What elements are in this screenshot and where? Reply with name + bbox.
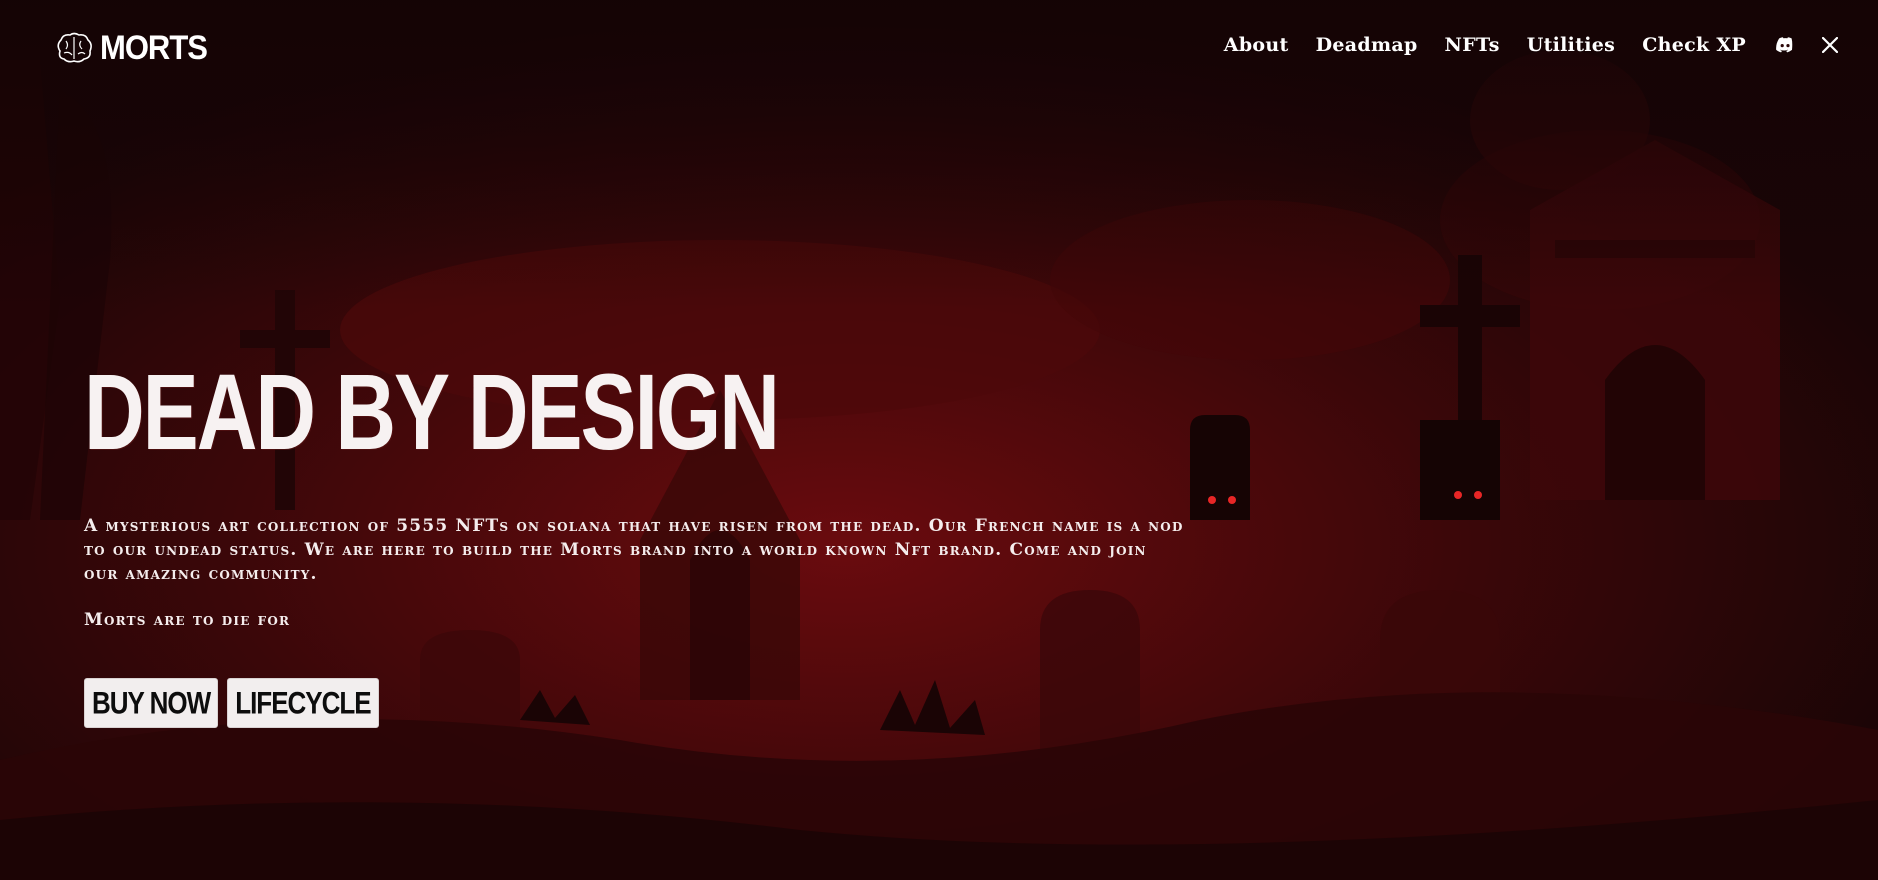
buy-now-button[interactable]: BUY NOW	[84, 678, 219, 728]
main-nav: About Deadmap NFTs Utilities Check XP	[1224, 34, 1838, 56]
nav-link-deadmap[interactable]: Deadmap	[1316, 34, 1418, 56]
hero-description: A mysterious art collection of 5555 NFTs…	[84, 516, 1184, 584]
hero-actions: BUY NOW LIFECYCLE	[84, 678, 379, 728]
brain-icon	[57, 32, 92, 63]
lifecycle-button[interactable]: LIFECYCLE	[227, 678, 379, 728]
x-link[interactable]	[1822, 37, 1838, 53]
nav-link-nfts[interactable]: NFTs	[1445, 34, 1500, 56]
lifecycle-label: LIFECYCLE	[235, 684, 371, 721]
discord-link[interactable]	[1773, 36, 1795, 54]
discord-icon	[1776, 36, 1793, 52]
brand-logo[interactable]: MORTS	[54, 27, 208, 68]
nav-link-utilities[interactable]: Utilities	[1527, 34, 1615, 56]
nav-link-about[interactable]: About	[1224, 34, 1289, 56]
hero-tagline: Morts are to die for	[84, 610, 291, 630]
x-icon	[1822, 37, 1838, 53]
hero-title: DEAD BY DESIGN	[84, 351, 780, 472]
nav-link-check-xp[interactable]: Check XP	[1642, 34, 1746, 56]
brand-name: MORTS	[100, 27, 208, 68]
buy-now-label: BUY NOW	[92, 684, 211, 721]
